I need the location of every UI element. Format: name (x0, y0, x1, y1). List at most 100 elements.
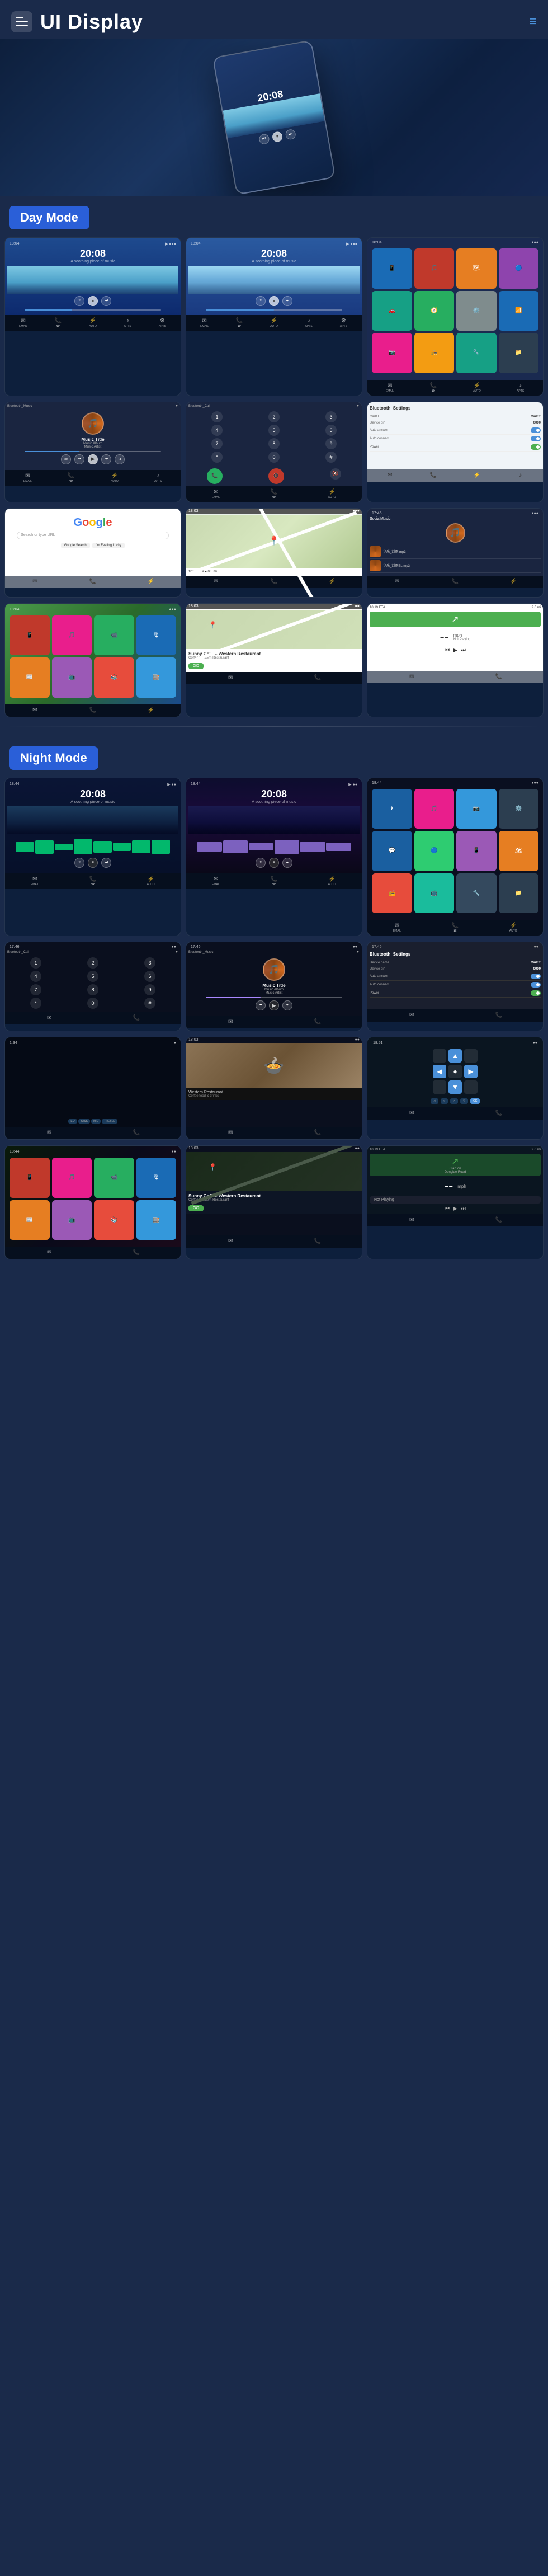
mini-next[interactable]: ⏭ (461, 647, 466, 654)
night-auto-answer-toggle[interactable] (531, 974, 541, 979)
night-app-extra2[interactable]: 🗺 (499, 831, 539, 871)
night-key-star[interactable]: * (30, 998, 41, 1009)
arrow-down[interactable]: ▼ (448, 1080, 462, 1094)
mute-btn[interactable]: 🔇 (330, 468, 341, 480)
nav-email-n6[interactable]: ✉ (369, 1011, 455, 1020)
nav-auto-4[interactable]: ⚡AUTO (93, 472, 136, 484)
nav-phone-n5[interactable]: 📞 (275, 1018, 361, 1027)
bt-shuffle[interactable]: ⇄ (61, 454, 71, 464)
poi-go-btn[interactable]: GO (188, 663, 204, 669)
nav-music-2[interactable]: ♪APTS (292, 317, 326, 329)
night-poi-go-btn[interactable]: GO (188, 1205, 204, 1211)
menu-icon[interactable] (11, 11, 32, 32)
hangup-btn[interactable]: 📵 (268, 468, 284, 484)
arrow-center[interactable]: ● (448, 1065, 462, 1078)
nav-email-1[interactable]: ✉EMAIL (6, 317, 40, 329)
nav-auto-n3[interactable]: ⚡AUTO (484, 922, 542, 934)
next-btn-1[interactable]: ⏭ (101, 296, 111, 306)
nav-email-n1[interactable]: ✉EMAIL (6, 875, 64, 887)
night-prev-2[interactable]: ⏮ (256, 858, 266, 868)
night-prev-1[interactable]: ⏮ (74, 858, 84, 868)
app-podcast[interactable]: 🎙 (136, 615, 177, 656)
arrow-dl[interactable] (433, 1080, 446, 1094)
app-store[interactable]: 🏬 (136, 657, 177, 698)
bt-repeat[interactable]: ↺ (115, 454, 125, 464)
night-ios-phone[interactable]: 📱 (10, 1158, 50, 1198)
app-music[interactable]: 🎵 (414, 248, 455, 289)
nav-email-n7[interactable]: ✉ (6, 1129, 93, 1137)
nav-email-3[interactable]: ✉EMAIL (369, 382, 412, 394)
hamburger-right-icon[interactable]: ≡ (529, 14, 537, 30)
app-waze[interactable]: 🧭 (414, 291, 455, 331)
nav-phone-n8[interactable]: 📞 (275, 1129, 361, 1137)
night-next-2[interactable]: ⏭ (282, 858, 292, 868)
night-ios-news[interactable]: 📰 (10, 1200, 50, 1240)
nav-email-4[interactable]: ✉EMAIL (6, 472, 49, 484)
eq-control-2[interactable]: BASS (78, 1119, 90, 1124)
night-app-extra1[interactable]: 📱 (456, 831, 497, 871)
night-key-0[interactable]: 0 (87, 998, 98, 1009)
nav-email-2[interactable]: ✉EMAIL (187, 317, 221, 329)
night-key-5[interactable]: 5 (87, 971, 98, 982)
nav-phone-n1[interactable]: 📞☎ (64, 875, 122, 887)
nav-phone-n10[interactable]: 📞 (93, 1248, 180, 1257)
night-mini-prev[interactable]: ⏮ (445, 1206, 450, 1212)
night-app-extra5[interactable]: 🔧 (456, 873, 497, 914)
nav-email-9[interactable]: ✉ (369, 577, 426, 586)
nav-email-7[interactable]: ✉ (6, 577, 64, 586)
nav-auto-1[interactable]: ⚡AUTO (75, 317, 110, 329)
nav-email-8[interactable]: ✉ (187, 577, 245, 586)
night-key-7[interactable]: 7 (30, 984, 41, 995)
nav-phone-n7[interactable]: 📞 (93, 1129, 180, 1137)
nav-email-n10[interactable]: ✉ (6, 1248, 93, 1257)
arrow-ur[interactable] (464, 1049, 478, 1063)
social-track-1[interactable]: 华乐_刘雨.mp3 (370, 545, 541, 559)
app-tv[interactable]: 📺 (52, 657, 92, 698)
key-0[interactable]: 0 (268, 452, 280, 463)
nav-phone-5[interactable]: 📞☎ (245, 488, 303, 500)
app-bt[interactable]: 🔵 (499, 248, 539, 289)
night-key-8[interactable]: 8 (87, 984, 98, 995)
app-books[interactable]: 📚 (94, 657, 134, 698)
night-app-music[interactable]: 🎵 (414, 789, 455, 829)
nav-auto-7[interactable]: ⚡ (122, 577, 179, 586)
nav-auto-10[interactable]: ⚡ (122, 706, 179, 715)
nav-email-6[interactable]: ✉ (369, 471, 412, 480)
nav-phone-1[interactable]: 📞☎ (41, 317, 75, 329)
mini-prev[interactable]: ⏮ (445, 647, 450, 654)
nav-apts-3[interactable]: ♪APTS (499, 382, 542, 394)
google-search-bar[interactable]: Search or type URL (17, 532, 169, 539)
fn-btn-ok[interactable]: OK (470, 1098, 480, 1104)
nav-email-12[interactable]: ✉ (369, 673, 455, 681)
nav-phone-n4[interactable]: 📞 (93, 1014, 180, 1023)
night-bt-prev[interactable]: ⏮ (256, 1000, 266, 1010)
nav-auto-5[interactable]: ⚡AUTO (303, 488, 361, 500)
prev-btn-1[interactable]: ⏮ (74, 296, 84, 306)
next-btn-2[interactable]: ⏭ (282, 296, 292, 306)
nav-auto-n1[interactable]: ⚡AUTO (122, 875, 179, 887)
nav-settings-1[interactable]: ⚙APTS (145, 317, 179, 329)
arrow-left[interactable]: ◀ (433, 1065, 446, 1078)
nav-auto-9[interactable]: ⚡ (484, 577, 542, 586)
app-bt2[interactable]: 📶 (499, 291, 539, 331)
nav-phone-n2[interactable]: 📞☎ (245, 875, 303, 887)
nav-auto-6[interactable]: ⚡ (456, 471, 499, 480)
night-bt-next[interactable]: ⏭ (282, 1000, 292, 1010)
nav-email-n3[interactable]: ✉EMAIL (369, 922, 426, 934)
app-camera[interactable]: 📷 (372, 333, 412, 373)
key-1[interactable]: 1 (211, 411, 223, 422)
auto-answer-toggle[interactable] (531, 427, 541, 433)
night-ios-tv[interactable]: 📺 (52, 1200, 92, 1240)
nav-phone-11[interactable]: 📞 (275, 674, 361, 683)
nav-email-10[interactable]: ✉ (6, 706, 64, 715)
google-lucky-btn[interactable]: I'm Feeling Lucky (92, 543, 125, 548)
key-9[interactable]: 9 (325, 438, 337, 449)
app-settings[interactable]: ⚙️ (456, 291, 497, 331)
app-extra2[interactable]: 📁 (499, 333, 539, 373)
nav-phone-3[interactable]: 📞☎ (412, 382, 455, 394)
nav-email-n12[interactable]: ✉ (369, 1216, 455, 1225)
app-radio[interactable]: 📻 (414, 333, 455, 373)
nav-auto-3[interactable]: ⚡AUTO (456, 382, 499, 394)
key-hash[interactable]: # (325, 452, 337, 463)
app-maps[interactable]: 🗺 (456, 248, 497, 289)
